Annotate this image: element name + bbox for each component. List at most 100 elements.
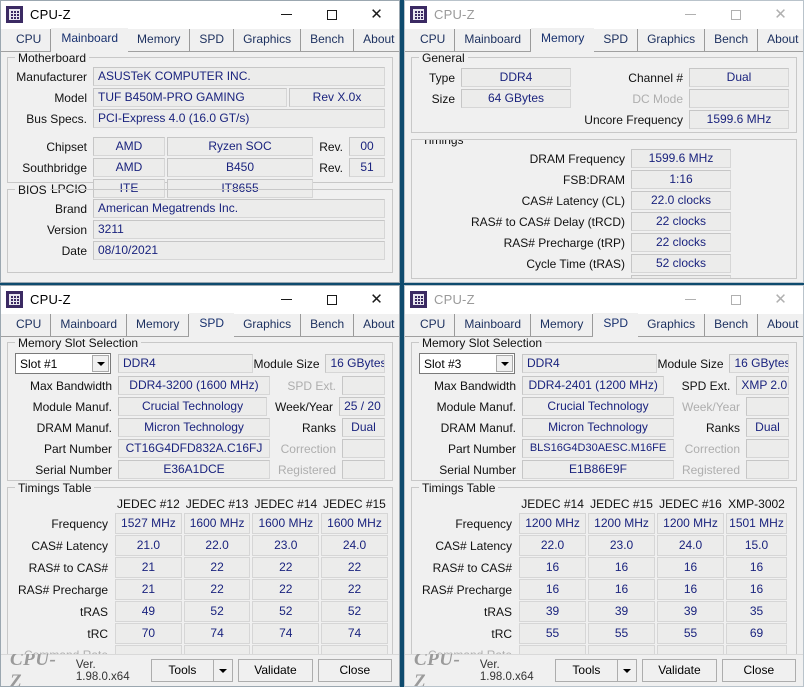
titlebar[interactable]: CPU-Z ✕ [1,1,399,29]
chevron-down-icon[interactable] [92,355,109,372]
cpuz-window-spd-slot3[interactable]: CPU-Z ✕ CPU Mainboard Memory SPD Graphic… [404,285,804,687]
tab-bar[interactable]: CPU Mainboard Memory SPD Graphics Bench … [1,28,399,52]
serial-number-value: E36A1DCE [118,460,270,479]
cell-precharge-1: 16 [588,579,656,600]
minimize-button[interactable] [668,1,713,29]
close-button[interactable]: ✕ [758,286,803,314]
close-window-button[interactable]: Close [317,659,392,682]
tab-bench[interactable]: Bench [301,314,355,336]
cpuz-app-icon [410,291,427,308]
tab-memory[interactable]: Memory [531,28,595,52]
slot-select-dropdown[interactable]: Slot #1 [15,353,111,374]
tab-mainboard[interactable]: Mainboard [455,29,532,51]
spd-ext-value [342,376,385,395]
tab-graphics[interactable]: Graphics [234,29,302,51]
close-button[interactable]: ✕ [354,1,399,29]
fsb-dram-value: 1:16 [631,170,731,189]
cpuz-window-memory[interactable]: CPU-Z ✕ CPU Mainboard Memory SPD Graphic… [404,0,804,283]
bios-version-label: Version [46,222,87,237]
part-number-value: BLS16G4D30AESC.M16FE [522,439,674,458]
minimize-button[interactable] [668,286,713,314]
tab-memory[interactable]: Memory [128,29,191,51]
tools-dropdown-button[interactable] [617,659,638,682]
tools-dropdown-button[interactable] [213,659,234,682]
tools-button[interactable]: Tools [554,659,618,682]
motherboard-group: Motherboard Manufacturer ASUSTeK COMPUTE… [7,52,393,198]
cell-precharge-2: 22 [252,579,320,600]
validate-button[interactable]: Validate [238,659,313,682]
cell-tras-0: 39 [519,601,587,622]
tab-memory[interactable]: Memory [531,314,594,336]
tab-bench[interactable]: Bench [705,29,759,51]
tab-cpu[interactable]: CPU [7,29,52,51]
tab-about[interactable]: About [354,314,399,336]
maximize-button[interactable] [713,286,758,314]
cell-tras-1: 52 [183,601,251,622]
spd-ext-value: XMP 2.0 [736,376,789,395]
tab-cpu[interactable]: CPU [7,314,52,336]
cell-trc-0: 70 [115,623,182,644]
maximize-button[interactable] [309,1,354,29]
tab-memory[interactable]: Memory [127,314,190,336]
tab-spd[interactable]: SPD [593,313,639,337]
cell-rastocas-0: 16 [519,557,587,578]
slot-select-dropdown[interactable]: Slot #3 [419,353,515,374]
cell-rastocas-3: 22 [321,557,388,578]
chevron-down-icon[interactable] [496,355,513,372]
dc-mode-label: DC Mode [632,91,683,106]
uncore-frequency-label: Uncore Frequency [584,112,683,127]
titlebar[interactable]: CPU-Z ✕ [405,286,803,314]
timings-table-legend: Timings Table [419,481,499,495]
tab-spd[interactable]: SPD [189,313,235,337]
tab-bar[interactable]: CPU Mainboard Memory SPD Graphics Bench … [1,313,399,337]
ranks-value: Dual [746,418,789,437]
minimize-button[interactable] [264,1,309,29]
tab-cpu[interactable]: CPU [411,314,456,336]
part-number-label: Part Number [43,441,112,456]
tab-cpu[interactable]: CPU [411,29,456,51]
close-icon: ✕ [774,5,787,23]
tab-graphics[interactable]: Graphics [638,29,706,51]
bios-brand-label: Brand [54,201,87,216]
table-row: Command Rate [421,645,787,654]
tab-spd[interactable]: SPD [594,29,639,51]
memory-size-value: 64 GBytes [461,89,571,108]
tab-mainboard[interactable]: Mainboard [51,314,128,336]
validate-button[interactable]: Validate [642,659,717,682]
close-button[interactable]: ✕ [758,1,803,29]
tab-about[interactable]: About [354,29,399,51]
titlebar[interactable]: CPU-Z ✕ [405,1,803,29]
maximize-button[interactable] [713,1,758,29]
motherboard-legend: Motherboard [15,52,90,65]
fsb-dram-label: FSB:DRAM [562,172,625,187]
uncore-frequency-value: 1599.6 MHz [689,110,789,129]
maximize-icon [730,9,741,20]
tab-graphics[interactable]: Graphics [234,314,302,336]
bios-version-value: 3211 [93,220,385,239]
tab-spd[interactable]: SPD [190,29,235,51]
cell-cas-2: 24.0 [657,535,724,556]
tab-bar[interactable]: CPU Mainboard Memory SPD Graphics Bench … [405,313,803,337]
tab-bench[interactable]: Bench [301,29,355,51]
titlebar[interactable]: CPU-Z ✕ [1,286,399,314]
maximize-button[interactable] [309,286,354,314]
cpuz-window-mainboard[interactable]: CPU-Z ✕ CPU Mainboard Memory SPD Graphic… [0,0,400,283]
tab-mainboard[interactable]: Mainboard [455,314,532,336]
cell-precharge-1: 22 [183,579,251,600]
tab-about[interactable]: About [758,29,803,51]
tab-bar[interactable]: CPU Mainboard Memory SPD Graphics Bench … [405,28,803,52]
version-text: Ver. 1.98.0.x64 [75,658,130,683]
tab-graphics[interactable]: Graphics [638,314,706,336]
cpuz-app-icon [6,6,23,23]
tab-bench[interactable]: Bench [705,314,759,336]
cpuz-window-spd-slot1[interactable]: CPU-Z ✕ CPU Mainboard Memory SPD Graphic… [0,285,400,687]
module-size-label: Module Size [657,356,724,371]
tools-button[interactable]: Tools [150,659,214,682]
dram-manuf-value: Micron Technology [522,418,674,437]
max-bandwidth-label: Max Bandwidth [29,378,112,393]
tab-mainboard[interactable]: Mainboard [51,28,129,52]
minimize-button[interactable] [264,286,309,314]
close-window-button[interactable]: Close [721,659,796,682]
tab-about[interactable]: About [758,314,803,336]
close-button[interactable]: ✕ [354,286,399,314]
